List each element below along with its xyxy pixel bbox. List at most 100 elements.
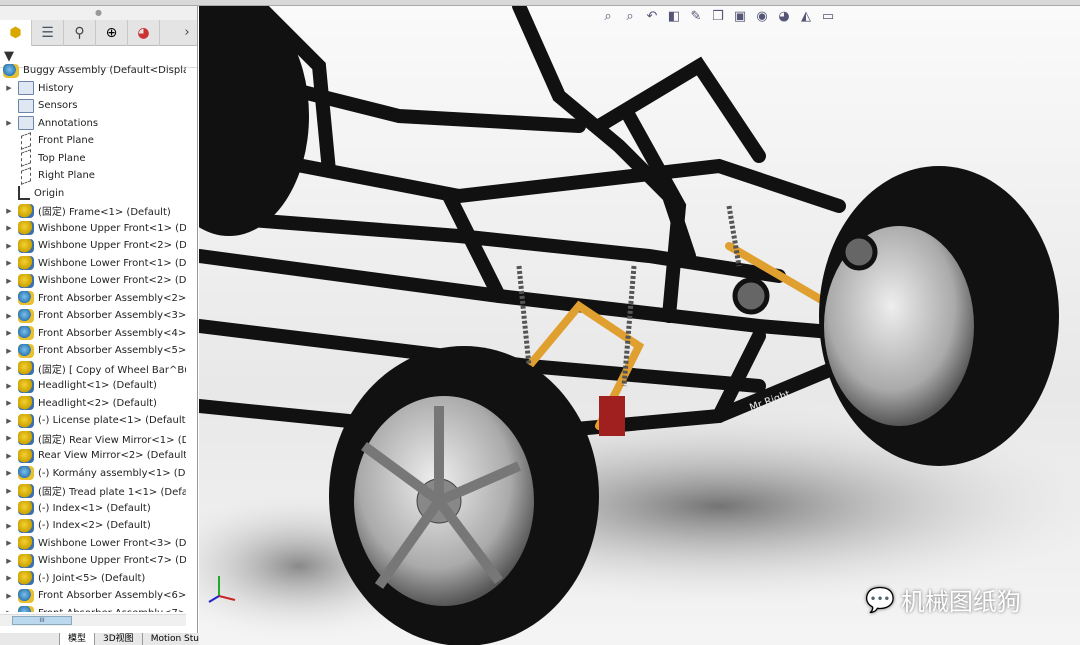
edit-appearance-icon[interactable]: ◕ [776, 9, 792, 24]
hide-show-icon[interactable]: ◉ [754, 9, 770, 24]
tree-item[interactable]: ▶ Wishbone Upper Front<2> (De [0, 237, 186, 255]
tree-item[interactable]: ▶ Front Absorber Assembly<6> ( [0, 587, 186, 605]
display-style-icon[interactable]: ▣ [732, 9, 748, 24]
expand-arrow-icon[interactable]: ▶ [0, 329, 18, 337]
part-icon [18, 553, 34, 568]
tree-item[interactable]: Right Plane [0, 166, 186, 185]
tree-item-label: Front Absorber Assembly<3> ( [38, 310, 186, 322]
tree-item[interactable]: ▶ Front Absorber Assembly<3> ( [0, 307, 186, 325]
tree-item[interactable]: ▶ Front Absorber Assembly<2> ( [0, 290, 186, 308]
tree-item-label: Wishbone Upper Front<2> (De [38, 240, 186, 252]
tab-configuration-manager[interactable]: ⚲ [64, 20, 96, 46]
expand-arrow-icon[interactable]: ▶ [0, 347, 18, 355]
plane-icon [21, 131, 31, 150]
tab-display-manager[interactable]: ◕ [128, 20, 160, 46]
tree-item[interactable]: ▶ History [0, 80, 186, 98]
scroll-thumb-h[interactable]: III [12, 616, 72, 625]
tree-item-label: (固定) Frame<1> (Default) [38, 207, 171, 219]
section-view-icon[interactable]: ◧ [666, 9, 682, 24]
tree-item[interactable]: ▶ Front Absorber Assembly<5> ( [0, 342, 186, 360]
tree-root[interactable]: Buggy Assembly (Default<Display [0, 62, 186, 80]
part-icon [18, 413, 34, 428]
tree-item[interactable]: ▶ Headlight<1> (Default) [0, 377, 186, 395]
tree-item[interactable]: ▶ (-) Index<1> (Default) [0, 500, 186, 518]
tree-item[interactable]: ▶ (固定) Rear View Mirror<1> (De [0, 430, 186, 448]
expand-arrow-icon[interactable]: ▶ [0, 469, 18, 477]
expand-arrow-icon[interactable]: ▶ [0, 574, 18, 582]
tab-feature-manager[interactable]: ⬢ [0, 20, 32, 46]
tree-item[interactable]: ▶ Wishbone Lower Front<2> (Def [0, 272, 186, 290]
expand-arrow-icon[interactable]: ▶ [0, 224, 18, 232]
tree-item[interactable]: ▶ Headlight<2> (Default) [0, 395, 186, 413]
expand-arrow-icon[interactable]: ▶ [0, 84, 18, 92]
part-icon [18, 536, 34, 551]
plane-icon [21, 149, 31, 168]
part-icon [18, 221, 34, 236]
expand-arrow-icon[interactable]: ▶ [0, 207, 18, 215]
tree-item[interactable]: Origin [0, 185, 186, 203]
panel-grip[interactable]: ● [0, 6, 197, 20]
tree-item[interactable]: ▶ Wishbone Lower Front<3> (Def [0, 535, 186, 553]
expand-arrow-icon[interactable]: ▶ [0, 119, 18, 127]
dim-xpert-icon: ⊕ [105, 25, 118, 41]
tree-item[interactable]: Sensors [0, 97, 186, 115]
tree-item[interactable]: ▶ Annotations [0, 115, 186, 133]
tab-model[interactable]: 模型 [60, 633, 96, 645]
property-manager-icon: ☰ [41, 25, 54, 41]
tree-item-label: Wishbone Upper Front<7> (De [38, 555, 186, 567]
tree-item-label: (固定) Rear View Mirror<1> (De [38, 434, 186, 446]
expand-arrow-icon[interactable]: ▶ [0, 557, 18, 565]
expand-arrow-icon[interactable]: ▶ [0, 522, 18, 530]
expand-arrow-icon[interactable]: ▶ [0, 539, 18, 547]
expand-arrow-icon[interactable]: ▶ [0, 277, 18, 285]
more-tabs-button[interactable]: › [177, 20, 197, 45]
expand-arrow-icon[interactable]: ▶ [0, 592, 18, 600]
tree-item[interactable]: ▶ (固定) Frame<1> (Default) [0, 202, 186, 220]
expand-arrow-icon[interactable]: ▶ [0, 434, 18, 442]
expand-arrow-icon[interactable]: ▶ [0, 294, 18, 302]
expand-arrow-icon[interactable]: ▶ [0, 259, 18, 267]
expand-arrow-icon[interactable]: ▶ [0, 312, 18, 320]
expand-arrow-icon[interactable]: ▶ [0, 452, 18, 460]
tree-item-label: Sensors [38, 100, 78, 112]
tree-item[interactable]: ▶ Wishbone Upper Front<7> (De [0, 552, 186, 570]
tab-dimxpert[interactable]: ⊕ [96, 20, 128, 46]
tree-item[interactable]: ▶ Front Absorber Assembly<7> ( [0, 605, 186, 612]
dynamic-annotation-icon[interactable]: ✎ [688, 9, 704, 24]
tree-item-label: Front Absorber Assembly<5> ( [38, 345, 186, 357]
tree-item[interactable]: ▶ (-) License plate<1> (Default) [0, 412, 186, 430]
expand-arrow-icon[interactable]: ▶ [0, 487, 18, 495]
expand-arrow-icon[interactable]: ▶ [0, 364, 18, 372]
expand-arrow-icon[interactable]: ▶ [0, 399, 18, 407]
expand-arrow-icon[interactable]: ▶ [0, 242, 18, 250]
apply-scene-icon[interactable]: ◭ [798, 9, 814, 24]
part-icon [18, 361, 34, 376]
zoom-area-icon[interactable]: ⌕ [622, 9, 638, 24]
tree-item[interactable]: ▶ (-) Index<2> (Default) [0, 517, 186, 535]
tab-3d-views[interactable]: 3D视图 [95, 633, 143, 645]
tree-item[interactable]: Front Plane [0, 131, 186, 150]
tree-item[interactable]: ▶ Front Absorber Assembly<4> ( [0, 325, 186, 343]
tree-item[interactable]: ▶ (-) Kormány assembly<1> (Def [0, 465, 186, 483]
expand-arrow-icon[interactable]: ▶ [0, 382, 18, 390]
expand-arrow-icon[interactable]: ▶ [0, 609, 18, 612]
previous-view-icon[interactable]: ↶ [644, 9, 660, 24]
expand-arrow-icon[interactable]: ▶ [0, 504, 18, 512]
configuration-manager-icon: ⚲ [74, 25, 85, 41]
view-settings-icon[interactable]: ▭ [820, 9, 836, 24]
tree-item[interactable]: ▶ Wishbone Upper Front<1> (De [0, 220, 186, 238]
tree-item[interactable]: ▶ (固定) [ Copy of Wheel Bar^Bug [0, 360, 186, 378]
tree-item[interactable]: ▶ Wishbone Lower Front<1> (Def [0, 255, 186, 273]
tab-property-manager[interactable]: ☰ [32, 20, 64, 46]
graphics-viewport[interactable]: Mr Right [199, 6, 1080, 645]
tree-item[interactable]: Top Plane [0, 149, 186, 168]
expand-arrow-icon[interactable]: ▶ [0, 417, 18, 425]
tree-item[interactable]: ▶ (固定) Tread plate 1<1> (Defau [0, 482, 186, 500]
zoom-to-fit-icon[interactable]: ⌕ [600, 9, 616, 24]
tree-item[interactable]: ▶ Rear View Mirror<2> (Default) [0, 447, 186, 465]
part-icon [18, 431, 34, 446]
bottom-tab-spacer [0, 633, 60, 645]
view-orientation-icon[interactable]: ❒ [710, 9, 726, 24]
tree-item[interactable]: ▶ (-) Joint<5> (Default) [0, 570, 186, 588]
tree-horizontal-scrollbar[interactable]: III [0, 614, 186, 626]
